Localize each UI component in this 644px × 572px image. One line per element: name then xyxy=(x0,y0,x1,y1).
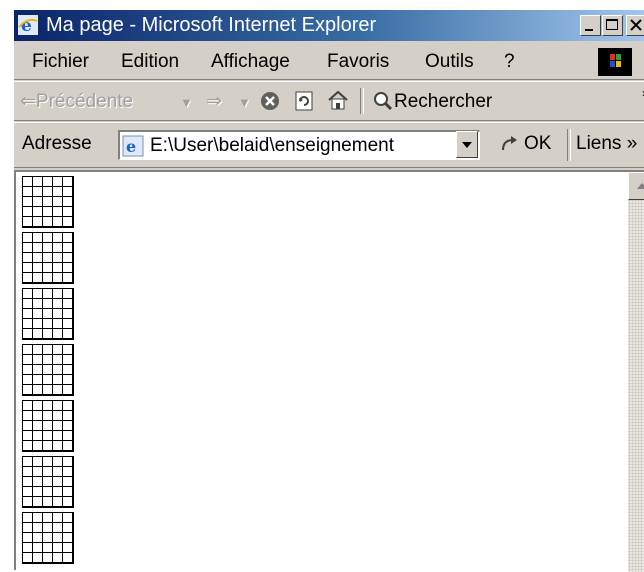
window-title: Ma page - Microsoft Internet Explorer xyxy=(46,14,377,36)
menu-favoris[interactable]: Favoris xyxy=(327,51,389,73)
address-label: Adresse xyxy=(22,133,92,154)
menu-edition[interactable]: Edition xyxy=(121,51,179,73)
go-arrow-icon[interactable] xyxy=(500,135,520,155)
forward-arrow-icon[interactable]: ⇒ xyxy=(206,90,222,113)
back-arrow-icon: ⇐ xyxy=(20,91,36,112)
scroll-up-button[interactable] xyxy=(628,172,644,200)
vertical-scrollbar[interactable] xyxy=(628,172,644,572)
grid-table xyxy=(22,176,74,228)
close-icon xyxy=(630,19,642,31)
search-icon xyxy=(374,92,393,111)
close-button[interactable] xyxy=(626,15,644,36)
search-button[interactable]: Rechercher xyxy=(372,90,492,113)
page-content xyxy=(14,170,644,572)
page-icon: e xyxy=(122,135,144,157)
windows-flag-icon xyxy=(610,54,621,67)
menu-fichier[interactable]: Fichier xyxy=(32,51,89,73)
menu-affichage[interactable]: Affichage xyxy=(211,51,290,73)
address-bar: Adresse e E:\User\belaid\enseignement OK… xyxy=(14,122,644,168)
browser-window: e Ma page - Microsoft Internet Explorer … xyxy=(12,8,644,572)
menu-outils[interactable]: Outils xyxy=(425,51,474,73)
links-button[interactable]: Liens » xyxy=(576,133,637,155)
minimize-icon xyxy=(585,29,593,31)
address-input[interactable]: e E:\User\belaid\enseignement xyxy=(118,130,480,160)
back-dropdown-arrow[interactable]: ▼ xyxy=(180,95,193,110)
maximize-icon xyxy=(606,19,618,30)
grid-table xyxy=(22,232,74,284)
forward-dropdown-arrow[interactable]: ▼ xyxy=(238,95,251,110)
navigation-toolbar: ⇐Précédente ▼ ⇒ ▼ Rechercher » xyxy=(14,81,644,121)
links-separator xyxy=(567,129,571,161)
svg-text:e: e xyxy=(21,16,32,35)
search-label: Rechercher xyxy=(394,91,493,112)
grid-table xyxy=(22,512,74,564)
toolbar-separator xyxy=(360,88,364,114)
grid-table xyxy=(22,400,74,452)
ie-logo-icon: e xyxy=(18,15,38,35)
grid-tables xyxy=(22,176,74,568)
go-button[interactable]: OK xyxy=(524,133,551,155)
links-label: Liens xyxy=(576,133,622,154)
refresh-icon[interactable] xyxy=(294,91,314,111)
stop-icon[interactable] xyxy=(260,91,280,111)
menu-help[interactable]: ? xyxy=(504,51,515,73)
grid-table xyxy=(22,456,74,508)
menu-bar: Fichier Edition Affichage Favoris Outils… xyxy=(14,43,644,80)
windows-logo-throbber xyxy=(598,48,632,76)
scroll-up-arrow-icon xyxy=(637,183,644,189)
back-label: Précédente xyxy=(35,91,134,112)
home-icon[interactable] xyxy=(327,90,349,110)
back-button[interactable]: ⇐Précédente xyxy=(20,90,133,113)
chevron-down-icon xyxy=(462,142,472,148)
title-bar: e Ma page - Microsoft Internet Explorer xyxy=(14,10,644,41)
grid-table xyxy=(22,288,74,340)
address-dropdown-button[interactable] xyxy=(456,131,478,158)
svg-text:e: e xyxy=(126,137,136,156)
address-value: E:\User\belaid\enseignement xyxy=(150,135,394,156)
grid-table xyxy=(22,344,74,396)
maximize-button[interactable] xyxy=(602,15,623,36)
minimize-button[interactable] xyxy=(580,15,601,36)
